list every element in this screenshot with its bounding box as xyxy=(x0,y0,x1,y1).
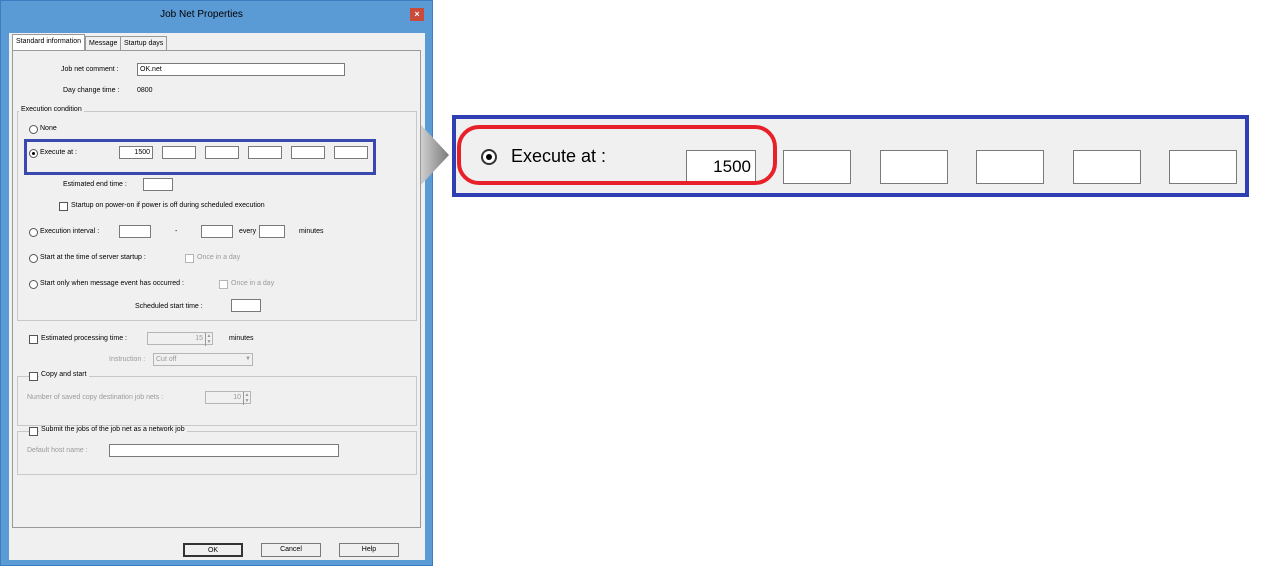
copy-number-label: Number of saved copy destination job net… xyxy=(27,394,164,401)
est-processing-label: Estimated processing time : xyxy=(41,335,127,342)
job-net-properties-dialog: Job Net Properties × Standard informatio… xyxy=(0,0,433,566)
est-processing-checkbox[interactable] xyxy=(29,335,38,344)
copy-start-checkbox[interactable] xyxy=(29,372,38,381)
start-message-once-checkbox[interactable] xyxy=(219,280,228,289)
exec-interval-label: Execution interval : xyxy=(40,228,100,235)
ok-button[interactable]: OK xyxy=(183,543,243,557)
scheduled-start-input[interactable] xyxy=(231,299,261,312)
exec-interval-minutes[interactable] xyxy=(259,225,285,238)
start-server-once-checkbox[interactable] xyxy=(185,254,194,263)
jobnet-comment-input[interactable]: OK.net xyxy=(137,63,345,76)
help-button[interactable]: Help xyxy=(339,543,399,557)
est-processing-unit: minutes xyxy=(229,335,254,342)
chevron-down-icon[interactable]: ▼ xyxy=(245,354,251,365)
exec-interval-dash: - xyxy=(175,228,178,235)
instruction-value: Cut off xyxy=(156,356,177,363)
start-message-radio[interactable] xyxy=(29,280,38,289)
cancel-button[interactable]: Cancel xyxy=(261,543,321,557)
startup-power-checkbox[interactable] xyxy=(59,202,68,211)
zoom-time-4[interactable] xyxy=(976,150,1044,184)
dialog-title: Job Net Properties xyxy=(160,9,243,20)
network-job-checkbox[interactable] xyxy=(29,427,38,436)
copy-number-value: 10 xyxy=(233,394,241,401)
title-bar[interactable]: Job Net Properties × xyxy=(1,1,432,33)
estimated-end-input[interactable] xyxy=(143,178,173,191)
zoom-time-5[interactable] xyxy=(1073,150,1141,184)
minutes-label: minutes xyxy=(299,228,324,235)
close-icon[interactable]: × xyxy=(410,8,424,21)
execute-at-red-highlight xyxy=(457,125,777,185)
startup-power-label: Startup on power-on if power is off duri… xyxy=(71,202,265,209)
est-processing-value: 15 xyxy=(195,335,203,342)
day-change-label: Day change time : xyxy=(63,87,120,94)
tab-message[interactable]: Message xyxy=(85,36,122,51)
estimated-end-label: Estimated end time : xyxy=(63,181,127,188)
start-message-label: Start only when message event has occurr… xyxy=(40,280,184,287)
none-label: None xyxy=(40,125,57,132)
default-host-input[interactable] xyxy=(109,444,339,457)
zoom-time-6[interactable] xyxy=(1169,150,1237,184)
tab-standard-information[interactable]: Standard information xyxy=(12,34,85,51)
execute-at-highlight xyxy=(24,139,376,175)
start-server-once-label: Once in a day xyxy=(197,254,241,261)
execution-condition-label: Execution condition xyxy=(19,106,84,113)
instruction-select[interactable]: Cut off ▼ xyxy=(153,353,253,366)
default-host-label: Default host name : xyxy=(27,447,88,454)
day-change-value: 0800 xyxy=(137,87,153,94)
start-message-once-label: Once in a day xyxy=(231,280,275,287)
jobnet-comment-label: Job net comment : xyxy=(61,66,119,73)
copy-number-spinner[interactable]: 10 ▲ ▼ xyxy=(205,391,251,405)
scheduled-start-label: Scheduled start time : xyxy=(135,303,203,310)
exec-interval-radio[interactable] xyxy=(29,228,38,237)
tab-startup-days[interactable]: Startup days xyxy=(120,36,168,51)
start-server-label: Start at the time of server startup : xyxy=(40,254,146,261)
dialog-client: Standard information Message Startup day… xyxy=(9,33,425,560)
instruction-label: Instruction : xyxy=(109,356,146,363)
start-server-radio[interactable] xyxy=(29,254,38,263)
none-radio[interactable] xyxy=(29,125,38,134)
zoom-time-3[interactable] xyxy=(880,150,948,184)
copy-start-label: Copy and start xyxy=(39,371,89,378)
zoom-time-2[interactable] xyxy=(783,150,851,184)
spinner-arrows-icon[interactable]: ▲ ▼ xyxy=(243,392,250,405)
network-job-label: Submit the jobs of the job net as a netw… xyxy=(39,426,187,433)
exec-interval-end[interactable] xyxy=(201,225,233,238)
spinner-arrows-icon[interactable]: ▲ ▼ xyxy=(205,333,212,346)
every-label: every xyxy=(239,228,257,235)
tab-panel: Job net comment : OK.net Day change time… xyxy=(12,50,421,528)
zoom-arrow-icon xyxy=(421,125,449,185)
est-processing-spinner[interactable]: 15 ▲ ▼ xyxy=(147,332,213,346)
exec-interval-start[interactable] xyxy=(119,225,151,238)
